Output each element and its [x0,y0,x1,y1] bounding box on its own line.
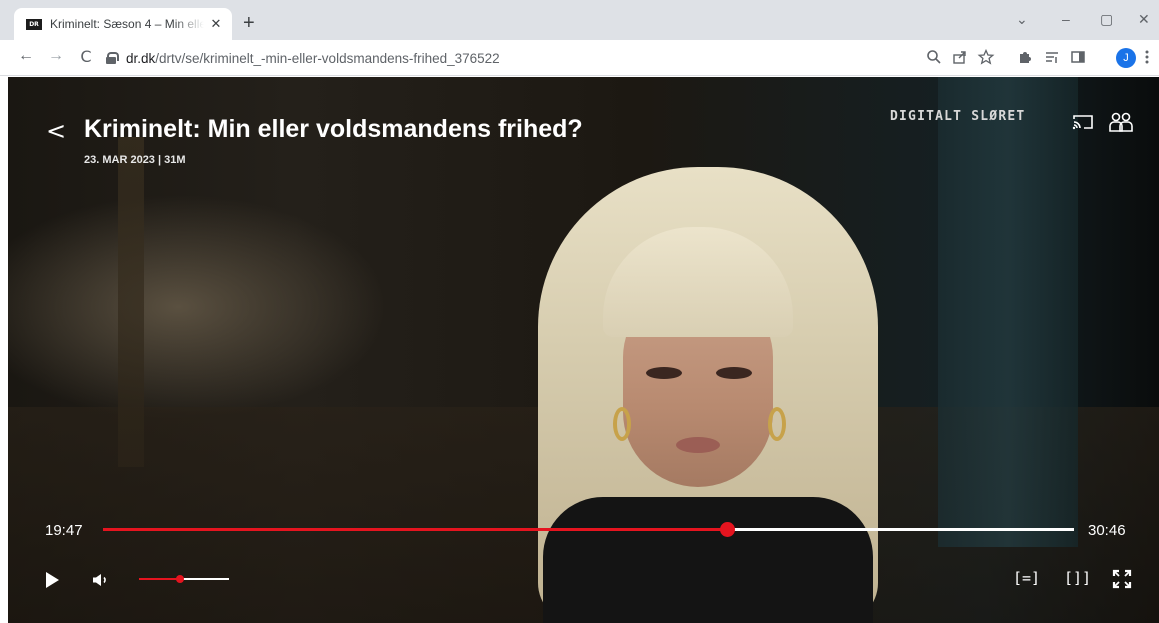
fullscreen-icon[interactable] [1112,569,1132,589]
lock-icon [106,52,119,64]
person-eye-right [716,367,752,379]
group-watch-icon[interactable] [1108,111,1134,133]
person-earring-left [613,407,631,441]
seek-bar-progress [103,528,728,531]
close-window-icon[interactable]: ✕ [1138,11,1150,28]
menu-icon[interactable] [1138,49,1156,65]
person-lips [676,437,720,453]
share-icon[interactable] [951,49,969,65]
reading-list-icon[interactable] [1043,49,1061,65]
play-icon[interactable] [46,572,59,588]
cast-icon[interactable] [1072,114,1094,130]
address-bar[interactable]: dr.dk/drtv/se/kriminelt_-min-eller-volds… [106,44,1010,72]
seek-bar[interactable] [103,522,1074,537]
url-path: /drtv/se/kriminelt_-min-eller-voldsmande… [155,50,500,66]
zoom-icon[interactable] [925,49,943,65]
browser-tab[interactable]: DR Kriminelt: Sæson 4 – Min eller voldsm… [14,8,232,40]
address-url: dr.dk/drtv/se/kriminelt_-min-eller-volds… [126,51,500,66]
bookmark-star-icon[interactable] [977,49,995,65]
forward-arrow-icon[interactable]: → [46,47,66,65]
elapsed-time: 19:47 [45,522,83,539]
total-duration: 30:46 [1088,522,1126,539]
audio-track-button[interactable]: []] [1064,569,1091,587]
person-body [543,497,873,623]
video-meta: 23. MAR 2023 | 31M [84,154,186,166]
volume-slider[interactable] [139,575,229,583]
volume-slider-thumb[interactable] [175,575,184,583]
subtitles-button[interactable]: [=] [1013,569,1040,587]
player-back-button[interactable]: < [46,117,66,145]
reload-icon[interactable]: C [76,47,96,66]
url-host: dr.dk [126,50,156,66]
volume-icon[interactable] [92,573,112,587]
video-title: Kriminelt: Min eller voldsmandens frihed… [84,115,583,143]
back-arrow-icon[interactable]: ← [16,47,36,65]
tab-search-icon[interactable]: ⌄ [1016,11,1028,28]
digitalt-sloret-badge: DIGITALT SLØRET [890,109,1026,124]
side-panel-icon[interactable] [1069,49,1087,65]
person-eye-left [646,367,682,379]
tab-title: Kriminelt: Sæson 4 – Min eller voldsmand… [50,17,204,31]
volume-slider-level [139,578,180,580]
video-background-wall [938,77,1078,547]
tab-close-icon[interactable]: ✕ [208,16,224,32]
video-player[interactable]: < Kriminelt: Min eller voldsmandens frih… [8,77,1159,623]
video-background-pillar [118,137,144,467]
video-frame-person [498,167,918,623]
dr-favicon-icon: DR [26,18,42,30]
new-tab-button[interactable]: + [243,13,255,33]
browser-tab-strip: DR Kriminelt: Sæson 4 – Min eller voldsm… [0,0,1159,40]
restore-icon[interactable]: ▢ [1100,11,1113,28]
browser-toolbar: ← → C dr.dk/drtv/se/kriminelt_-min-eller… [0,40,1159,76]
person-earring-right [768,407,786,441]
extensions-icon[interactable] [1016,49,1034,65]
profile-avatar[interactable]: J [1116,48,1136,68]
minimize-icon[interactable]: – [1062,11,1070,27]
